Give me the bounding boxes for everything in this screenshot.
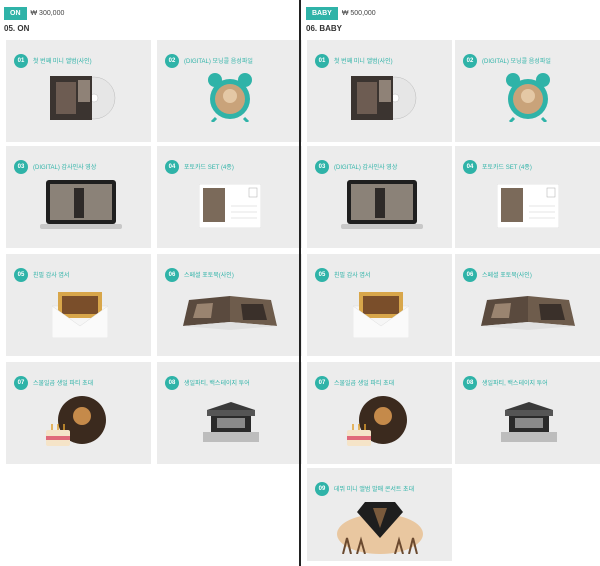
reward-label: 데뷔 미니 앨범 발매 콘서트 초대 bbox=[334, 487, 415, 493]
reward-label: 생일파티, 백스테이지 투어 bbox=[184, 381, 250, 387]
reward-label: (DIGITAL) 감사인사 영상 bbox=[334, 165, 398, 171]
reward-label: 포토카드 SET (4종) bbox=[482, 165, 532, 171]
tier-header: BABY ₩ 500,000 bbox=[306, 7, 376, 20]
reward-card-photocard: 04 포토카드 SET (4종) bbox=[157, 146, 302, 248]
reward-number: 08 bbox=[463, 376, 477, 390]
section-title: 06. BABY bbox=[306, 24, 343, 33]
reward-card-photobook: 06 스페셜 포토북(사인) bbox=[157, 254, 302, 356]
birthday-cake-image bbox=[347, 396, 407, 446]
alarm-clock-icon bbox=[208, 73, 252, 122]
reward-card-backstage-tour: 08 생일파티, 백스테이지 투어 bbox=[455, 362, 600, 464]
reward-label: (DIGITAL) 감사인사 영상 bbox=[33, 165, 97, 171]
album-cd-image bbox=[50, 76, 116, 120]
reward-number: 05 bbox=[315, 268, 329, 282]
reward-label: 생일파티, 백스테이지 투어 bbox=[482, 381, 548, 387]
envelope-icon bbox=[52, 292, 108, 338]
reward-card-morning-call: 02 (DIGITAL) 모닝콜 음성파일 bbox=[455, 40, 600, 142]
reward-number: 03 bbox=[14, 160, 28, 174]
reward-card-album: 01 첫 번째 미니 앨범(사인) bbox=[307, 40, 452, 142]
reward-label: 스페셜 포토북(사인) bbox=[184, 273, 234, 279]
reward-card-letter: 05 친필 감사 엽서 bbox=[6, 254, 151, 356]
stage-image bbox=[203, 402, 259, 442]
photobook-image bbox=[183, 296, 277, 330]
reward-label: 스물일곱 생일 파티 초대 bbox=[33, 381, 94, 387]
tier-price: ₩ 300,000 bbox=[30, 10, 65, 17]
reward-card-birthday-party: 07 스물일곱 생일 파티 초대 bbox=[6, 362, 151, 464]
laptop-video-image bbox=[40, 180, 122, 229]
tier-panel-baby: BABY ₩ 500,000 06. BABY 01 첫 번째 미니 앨범(사인… bbox=[302, 0, 600, 566]
reward-number: 04 bbox=[165, 160, 179, 174]
reward-label: 포토카드 SET (4종) bbox=[184, 165, 234, 171]
alarm-clock-icon bbox=[506, 73, 550, 122]
envelope-icon bbox=[353, 292, 409, 338]
reward-card-letter: 05 친필 감사 엽서 bbox=[307, 254, 452, 356]
birthday-cake-image bbox=[46, 396, 106, 446]
laptop-video-image bbox=[341, 180, 423, 229]
reward-number: 07 bbox=[315, 376, 329, 390]
photocard-image bbox=[199, 184, 261, 228]
tier-header: ON ₩ 300,000 bbox=[4, 7, 64, 20]
panel-divider bbox=[299, 0, 301, 566]
reward-card-thanks-video: 03 (DIGITAL) 감사인사 영상 bbox=[6, 146, 151, 248]
reward-card-birthday-party: 07 스물일곱 생일 파티 초대 bbox=[307, 362, 452, 464]
reward-label: (DIGITAL) 모닝콜 음성파일 bbox=[184, 59, 253, 65]
reward-number: 01 bbox=[14, 54, 28, 68]
tier-panel-on: ON ₩ 300,000 05. ON 01 첫 번째 미니 앨범(사인) 02… bbox=[0, 0, 302, 566]
reward-number: 02 bbox=[463, 54, 477, 68]
reward-card-photobook: 06 스페셜 포토북(사인) bbox=[455, 254, 600, 356]
tier-badge: BABY bbox=[306, 7, 338, 20]
stage-image bbox=[501, 402, 557, 442]
reward-label: 스물일곱 생일 파티 초대 bbox=[334, 381, 395, 387]
reward-label: 첫 번째 미니 앨범(사인) bbox=[33, 59, 92, 65]
tier-badge: ON bbox=[4, 7, 27, 20]
reward-number: 06 bbox=[463, 268, 477, 282]
reward-number: 07 bbox=[14, 376, 28, 390]
reward-number: 08 bbox=[165, 376, 179, 390]
tier-price: ₩ 500,000 bbox=[341, 10, 376, 17]
reward-number: 02 bbox=[165, 54, 179, 68]
reward-number: 01 bbox=[315, 54, 329, 68]
reward-number: 09 bbox=[315, 482, 329, 496]
reward-label: 친필 감사 엽서 bbox=[33, 273, 70, 279]
reward-label: 스페셜 포토북(사인) bbox=[482, 273, 532, 279]
reward-label: (DIGITAL) 모닝콜 음성파일 bbox=[482, 59, 551, 65]
reward-card-morning-call: 02 (DIGITAL) 모닝콜 음성파일 bbox=[157, 40, 302, 142]
reward-card-backstage-tour: 08 생일파티, 백스테이지 투어 bbox=[157, 362, 302, 464]
photobook-image bbox=[481, 296, 575, 330]
reward-number: 06 bbox=[165, 268, 179, 282]
album-cd-image bbox=[351, 76, 417, 120]
reward-card-album: 01 첫 번째 미니 앨범(사인) bbox=[6, 40, 151, 142]
concert-diamond-image bbox=[337, 502, 423, 554]
reward-number: 04 bbox=[463, 160, 477, 174]
reward-number: 03 bbox=[315, 160, 329, 174]
reward-card-concert-invite: 09 데뷔 미니 앨범 발매 콘서트 초대 bbox=[307, 468, 452, 561]
reward-label: 첫 번째 미니 앨범(사인) bbox=[334, 59, 393, 65]
reward-number: 05 bbox=[14, 268, 28, 282]
photocard-image bbox=[497, 184, 559, 228]
reward-card-photocard: 04 포토카드 SET (4종) bbox=[455, 146, 600, 248]
reward-label: 친필 감사 엽서 bbox=[334, 273, 371, 279]
reward-card-thanks-video: 03 (DIGITAL) 감사인사 영상 bbox=[307, 146, 452, 248]
section-title: 05. ON bbox=[4, 24, 30, 33]
